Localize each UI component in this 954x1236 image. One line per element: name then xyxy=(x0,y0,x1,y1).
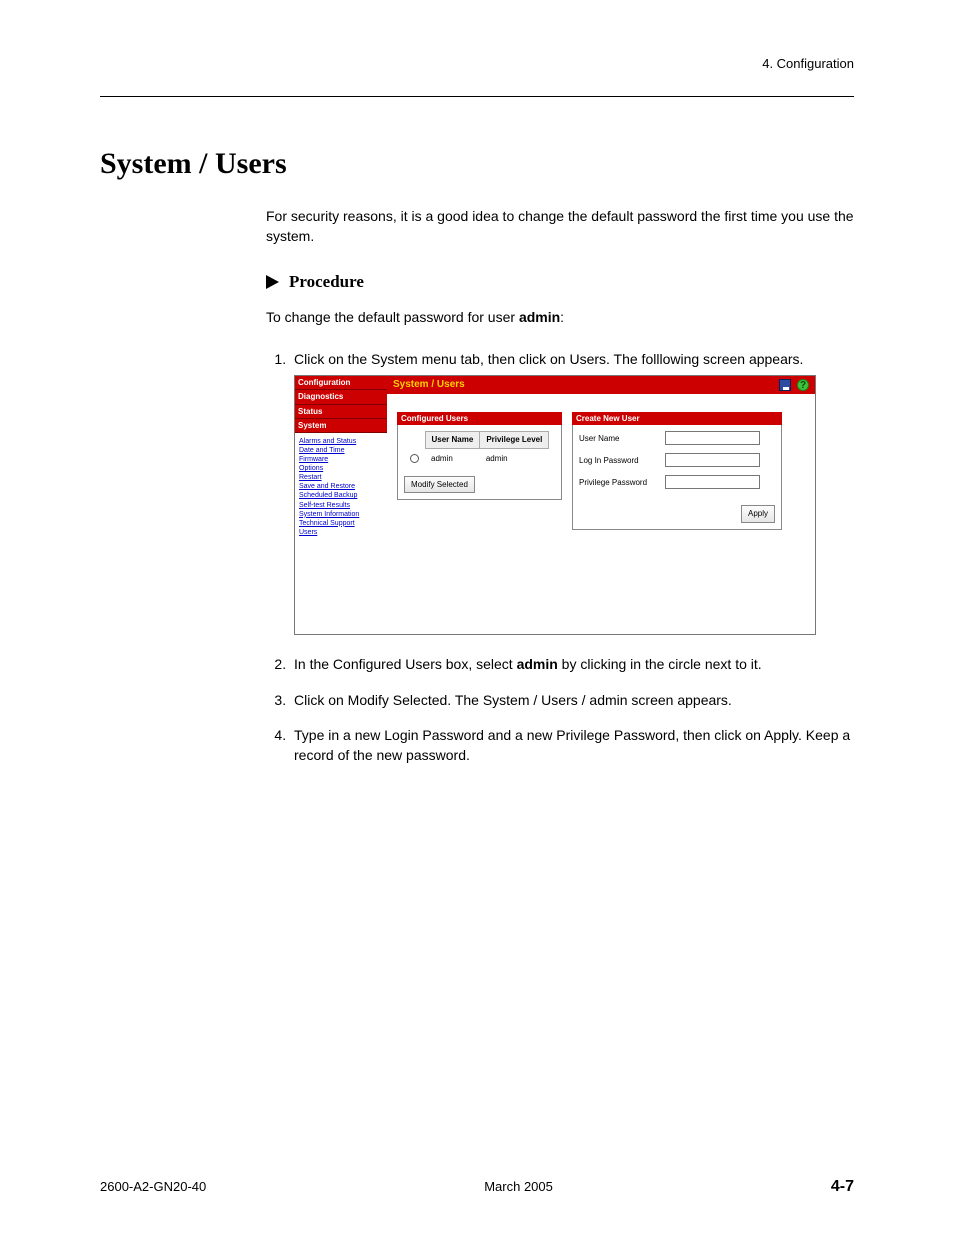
label-username: User Name xyxy=(579,433,659,444)
header-rule xyxy=(100,77,854,97)
step-2-prefix: In the Configured Users box, select xyxy=(294,656,517,672)
steps-list: Click on the System menu tab, then click… xyxy=(290,350,854,766)
section-title: System / Users xyxy=(100,147,854,181)
intro2-prefix: To change the default password for user xyxy=(266,309,519,325)
label-privilege-password: Privilege Password xyxy=(579,477,659,488)
configured-users-table: User Name Privilege Level admin admin xyxy=(404,431,549,467)
procedure-intro: To change the default password for user … xyxy=(266,308,854,328)
col-username: User Name xyxy=(425,432,480,448)
main-column: System / Users Configured Users xyxy=(387,376,815,634)
nav-link-techsupport[interactable]: Technical Support xyxy=(299,519,383,528)
footer-page-number: 4-7 xyxy=(831,1178,854,1196)
title-bar: System / Users xyxy=(387,376,815,394)
procedure-heading: Procedure xyxy=(266,270,854,294)
footer-doc-id: 2600-A2-GN20-40 xyxy=(100,1179,206,1194)
create-new-user-panel: Create New User User Name Log In Passwor… xyxy=(572,412,782,529)
nav-link-restart[interactable]: Restart xyxy=(299,473,383,482)
user-radio-admin[interactable] xyxy=(410,454,419,463)
nav-header-status[interactable]: Status xyxy=(295,405,387,419)
configured-users-title: Configured Users xyxy=(397,412,562,425)
step-2-bold: admin xyxy=(517,656,558,672)
step-2-suffix: by clicking in the circle next to it. xyxy=(558,656,762,672)
step-4: Type in a new Login Password and a new P… xyxy=(290,726,854,765)
table-row: admin admin xyxy=(404,448,549,468)
page: 4. Configuration System / Users For secu… xyxy=(0,0,954,1236)
configured-users-panel: Configured Users User Name Privilege Lev… xyxy=(397,412,562,529)
nav-column: Configuration Diagnostics Status System … xyxy=(295,376,387,634)
nav-header-diagnostics[interactable]: Diagnostics xyxy=(295,390,387,404)
nav-link-options[interactable]: Options xyxy=(299,464,383,473)
procedure-label: Procedure xyxy=(289,270,364,294)
cell-privilege: admin xyxy=(480,448,549,468)
create-new-user-title: Create New User xyxy=(572,412,782,425)
nav-link-firmware[interactable]: Firmware xyxy=(299,455,383,464)
nav-link-datetime[interactable]: Date and Time xyxy=(299,446,383,455)
input-privilege-password[interactable] xyxy=(665,475,760,489)
nav-links: Alarms and Status Date and Time Firmware… xyxy=(295,433,387,541)
intro2-bold: admin xyxy=(519,309,560,325)
triangle-icon xyxy=(266,275,279,289)
input-login-password[interactable] xyxy=(665,453,760,467)
apply-button[interactable]: Apply xyxy=(741,505,775,522)
col-privilege: Privilege Level xyxy=(480,432,549,448)
step-3: Click on Modify Selected. The System / U… xyxy=(290,691,854,711)
save-icon[interactable] xyxy=(779,379,791,391)
nav-link-users[interactable]: Users xyxy=(299,528,383,537)
nav-link-sysinfo[interactable]: System Information xyxy=(299,510,383,519)
input-username[interactable] xyxy=(665,431,760,445)
title-bar-text: System / Users xyxy=(393,378,465,392)
body-block: For security reasons, it is a good idea … xyxy=(266,207,854,766)
step-1-text: Click on the System menu tab, then click… xyxy=(294,351,803,367)
modify-selected-button[interactable]: Modify Selected xyxy=(404,476,475,493)
nav-header-system[interactable]: System xyxy=(295,419,387,433)
cell-username: admin xyxy=(425,448,480,468)
intro2-suffix: : xyxy=(560,309,564,325)
nav-link-alarms[interactable]: Alarms and Status xyxy=(299,437,383,446)
help-icon[interactable] xyxy=(797,379,809,391)
screenshot-system-users: Configuration Diagnostics Status System … xyxy=(294,375,816,635)
nav-link-saverestore[interactable]: Save and Restore xyxy=(299,482,383,491)
nav-link-selftest[interactable]: Self-test Results xyxy=(299,501,383,510)
running-header: 4. Configuration xyxy=(100,56,854,71)
step-1: Click on the System menu tab, then click… xyxy=(290,350,854,636)
nav-header-configuration[interactable]: Configuration xyxy=(295,376,387,390)
nav-link-scheduledbackup[interactable]: Scheduled Backup xyxy=(299,491,383,500)
step-2: In the Configured Users box, select admi… xyxy=(290,655,854,675)
footer-date: March 2005 xyxy=(484,1179,553,1194)
intro-paragraph: For security reasons, it is a good idea … xyxy=(266,207,854,246)
label-login-password: Log In Password xyxy=(579,455,659,466)
footer: 2600-A2-GN20-40 March 2005 4-7 xyxy=(100,1178,854,1196)
